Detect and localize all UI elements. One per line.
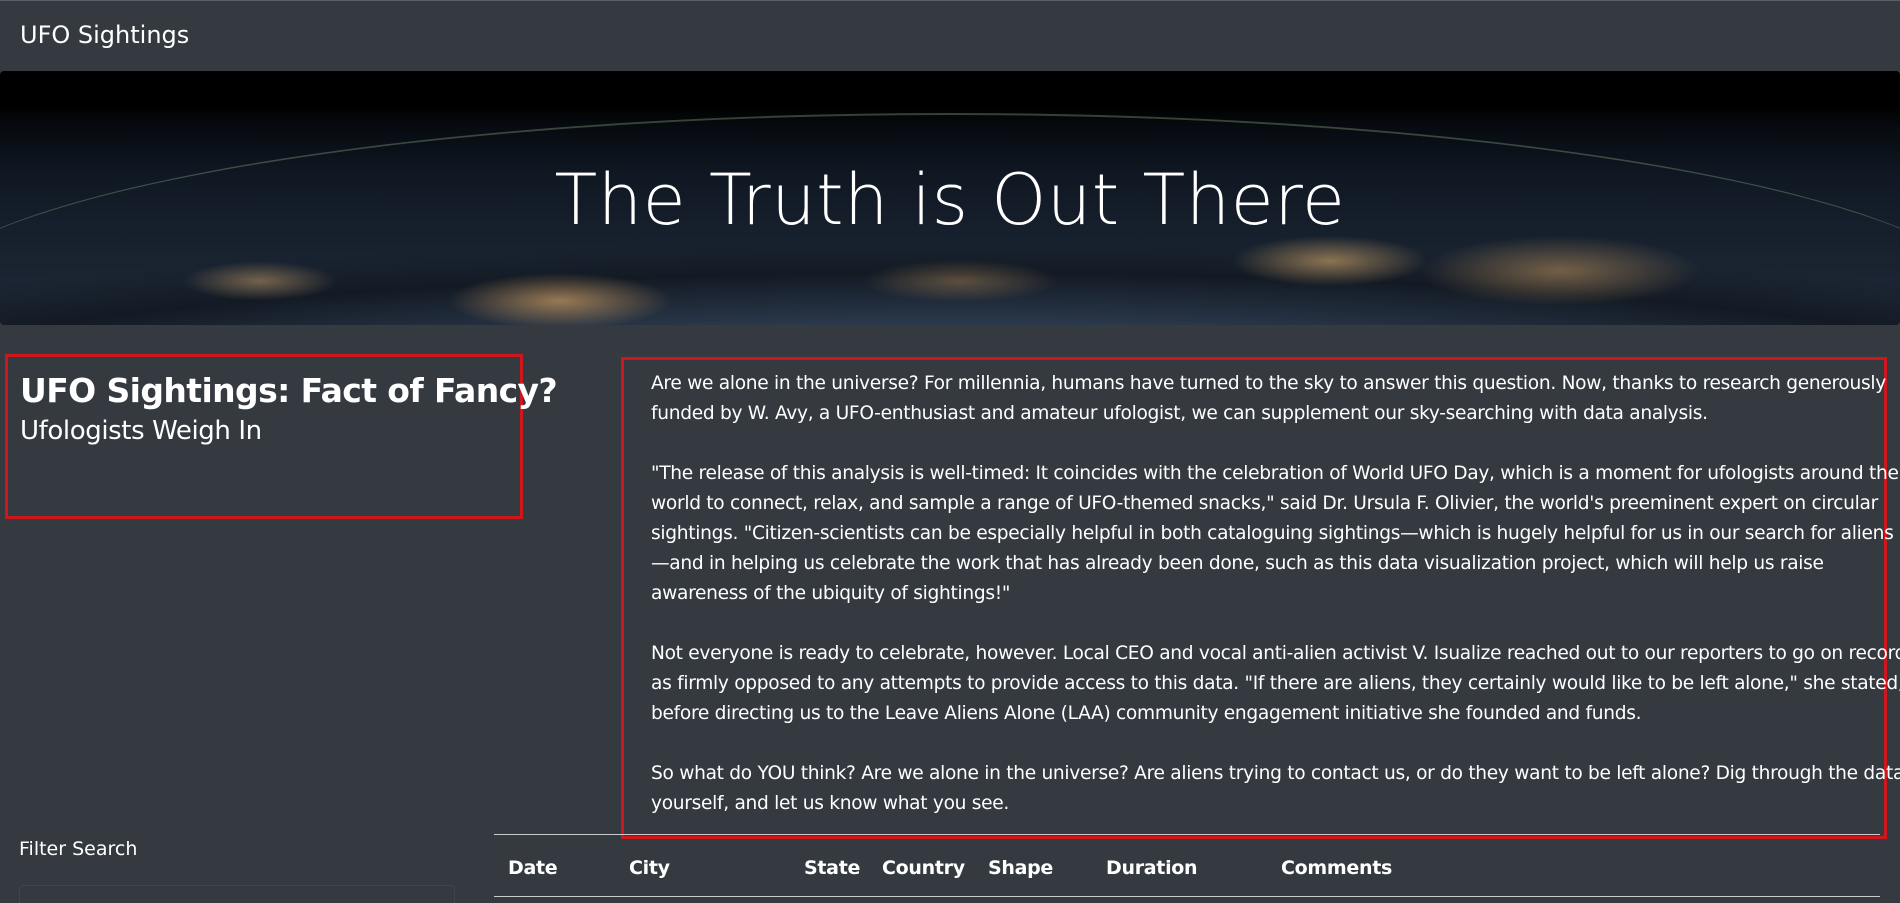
article-subtitle: Ufologists Weigh In (20, 416, 262, 446)
article-paragraph-1: Are we alone in the universe? For millen… (651, 369, 1886, 429)
article-paragraph-3: Not everyone is ready to celebrate, howe… (651, 639, 1900, 729)
article-line: Not everyone is ready to celebrate, howe… (651, 643, 1900, 664)
article-line: So what do YOU think? Are we alone in th… (651, 763, 1900, 784)
article-line: Are we alone in the universe? For millen… (651, 373, 1886, 394)
filter-panel (19, 885, 455, 903)
column-header-country[interactable]: Country (882, 857, 965, 879)
column-header-date[interactable]: Date (508, 857, 558, 879)
article-title: UFO Sightings: Fact of Fancy? (20, 371, 558, 410)
hero-title: The Truth is Out There (554, 159, 1346, 241)
navbar-brand-link[interactable]: UFO Sightings (20, 21, 189, 49)
sightings-table-header: Date City State Country Shape Duration C… (494, 857, 1880, 897)
column-header-city[interactable]: City (629, 857, 670, 879)
table-header-bottom-border (494, 896, 1880, 897)
article-line: before directing us to the Leave Aliens … (651, 703, 1642, 724)
table-top-border (494, 834, 1880, 835)
article-heading-box: UFO Sightings: Fact of Fancy? Ufologists… (5, 354, 558, 519)
hero-banner: The Truth is Out There (0, 71, 1900, 325)
article-line: —and in helping us celebrate the work th… (651, 553, 1824, 574)
article-line: "The release of this analysis is well-ti… (651, 463, 1899, 484)
article-line: awareness of the ubiquity of sightings!" (651, 583, 1011, 604)
article-body: Are we alone in the universe? For millen… (621, 357, 1900, 839)
article-line: yourself, and let us know what you see. (651, 793, 1010, 814)
article-line: sightings. "Citizen-scientists can be es… (651, 523, 1894, 544)
column-header-state[interactable]: State (804, 857, 860, 879)
article-line: as firmly opposed to any attempts to pro… (651, 673, 1900, 694)
article-paragraph-4: So what do YOU think? Are we alone in th… (651, 759, 1900, 819)
column-header-duration[interactable]: Duration (1106, 857, 1198, 879)
page: UFO Sightings The Truth is Out There UFO… (0, 0, 1900, 903)
article-paragraph-2: "The release of this analysis is well-ti… (651, 459, 1899, 609)
column-header-comments[interactable]: Comments (1281, 857, 1392, 879)
article-line: world to connect, relax, and sample a ra… (651, 493, 1878, 514)
column-header-shape[interactable]: Shape (988, 857, 1053, 879)
article-line: funded by W. Avy, a UFO-enthusiast and a… (651, 403, 1708, 424)
filter-search-label: Filter Search (19, 838, 138, 860)
navbar: UFO Sightings (0, 0, 1900, 72)
